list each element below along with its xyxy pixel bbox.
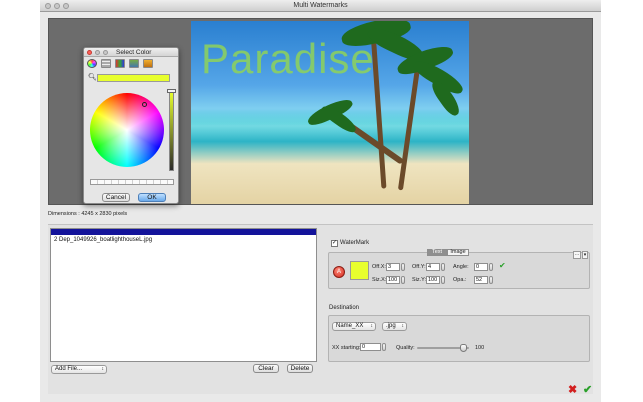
watermark-preview-text: Paradise <box>201 35 375 82</box>
name-format-value: Name_XX <box>336 323 364 329</box>
delete-button[interactable]: Delete <box>287 364 313 373</box>
tab-text[interactable]: Text <box>427 249 447 256</box>
off-x-label: Off.X: <box>372 264 386 270</box>
image-palette-mode-icon[interactable] <box>129 59 139 68</box>
angle-label: Angle: <box>453 264 469 270</box>
siz-x-label: Siz.X: <box>372 277 387 283</box>
quality-label: Quality: <box>396 345 415 351</box>
file-list-selection <box>51 229 316 235</box>
color-wheel-selector[interactable] <box>142 102 147 107</box>
brightness-slider[interactable] <box>169 91 174 171</box>
title-bar: Multi Watermarks <box>40 0 601 12</box>
xx-starting-label: XX starting: <box>332 345 361 351</box>
xx-starting-stepper[interactable] <box>382 343 386 351</box>
siz-y-stepper[interactable] <box>441 276 445 284</box>
dimensions-label: Dimensions : 4245 x 2830 pixels <box>48 211 128 217</box>
magnifier-icon[interactable]: 🔍︎ <box>88 73 97 81</box>
watermark-checkbox[interactable]: ✓ <box>331 240 338 247</box>
more-options-button[interactable]: … <box>573 251 581 259</box>
add-file-select[interactable]: Add File... ↕ <box>51 365 107 374</box>
off-x-stepper[interactable] <box>401 263 405 271</box>
off-y-field[interactable]: 4 <box>426 263 440 271</box>
file-list[interactable]: 2 Dep_1049926_boatlighthouseL.jpg <box>50 228 317 362</box>
brightness-slider-knob[interactable] <box>167 89 176 93</box>
opacity-field[interactable]: 52 <box>474 276 488 284</box>
color-wheel[interactable] <box>90 93 164 167</box>
off-y-label: Off.Y: <box>412 264 426 270</box>
off-x-field[interactable]: 3 <box>386 263 400 271</box>
opacity-stepper[interactable] <box>489 276 493 284</box>
color-dialog-title: Select Color <box>116 49 152 56</box>
color-dialog-titlebar: Select Color <box>84 48 178 57</box>
text-color-well[interactable] <box>350 261 369 280</box>
siz-y-field[interactable]: 100 <box>426 276 440 284</box>
cancel-x-icon[interactable]: ✖ <box>568 385 577 396</box>
main-window: Multi Watermarks Paradise Select Color 🔍… <box>40 0 601 402</box>
xx-starting-field[interactable]: 0 <box>360 343 381 351</box>
crayons-mode-icon[interactable] <box>143 59 153 68</box>
quality-slider[interactable] <box>417 344 469 352</box>
add-file-label: Add File... <box>55 366 83 372</box>
font-icon[interactable]: A <box>333 266 345 278</box>
siz-x-field[interactable]: 100 <box>386 276 400 284</box>
angle-stepper[interactable] <box>489 263 493 271</box>
apply-check-icon[interactable]: ✔ <box>499 262 508 271</box>
opacity-label: Opa.: <box>453 277 467 283</box>
quality-slider-knob[interactable] <box>460 344 467 352</box>
chevron-updown-icon: ↕ <box>101 366 105 372</box>
siz-x-stepper[interactable] <box>401 276 405 284</box>
file-type-select[interactable]: .jpg ↕ <box>382 322 407 331</box>
chevron-updown-icon: ↕ <box>401 323 405 329</box>
confirm-check-icon[interactable]: ✔ <box>583 385 592 396</box>
watermark-checkbox-label: WaterMark <box>340 240 370 246</box>
dialog-zoom-button[interactable] <box>103 50 108 55</box>
angle-field[interactable]: 0 <box>474 263 488 271</box>
dialog-close-button[interactable] <box>87 50 92 55</box>
clear-button[interactable]: Clear <box>253 364 279 373</box>
watermark-settings-box: Text Image A Off.X: 3 Off.Y: 4 Angle: 0 … <box>328 249 590 289</box>
file-list-item[interactable]: 2 Dep_1049926_boatlighthouseL.jpg <box>54 237 152 243</box>
opacity-slider[interactable] <box>90 179 174 185</box>
chevron-updown-icon: ↕ <box>370 323 374 329</box>
palettes-mode-icon[interactable] <box>115 59 125 68</box>
image-preview: Paradise Select Color 🔍︎ Cancel OK <box>48 18 593 205</box>
tab-image[interactable]: Image <box>447 249 469 256</box>
destination-box: Name_XX ↕ .jpg ↕ XX starting: 0 Quality:… <box>328 315 590 362</box>
ok-button[interactable]: OK <box>138 193 166 202</box>
select-color-dialog: Select Color 🔍︎ Cancel OK <box>83 47 179 204</box>
file-type-value: .jpg <box>386 323 396 329</box>
dialog-minimize-button[interactable] <box>95 50 100 55</box>
quality-value: 100 <box>475 345 485 351</box>
options-arrow-icon[interactable]: ▾ <box>582 251 588 259</box>
name-format-select[interactable]: Name_XX ↕ <box>332 322 376 331</box>
cancel-button[interactable]: Cancel <box>102 193 130 202</box>
destination-title: Destination <box>329 305 360 311</box>
sliders-mode-icon[interactable] <box>101 59 111 68</box>
off-y-stepper[interactable] <box>441 263 445 271</box>
color-wheel-mode-icon[interactable] <box>87 59 97 68</box>
siz-y-label: Siz.Y: <box>412 277 427 283</box>
selected-color-swatch <box>97 74 170 82</box>
window-title: Multi Watermarks <box>293 2 348 9</box>
